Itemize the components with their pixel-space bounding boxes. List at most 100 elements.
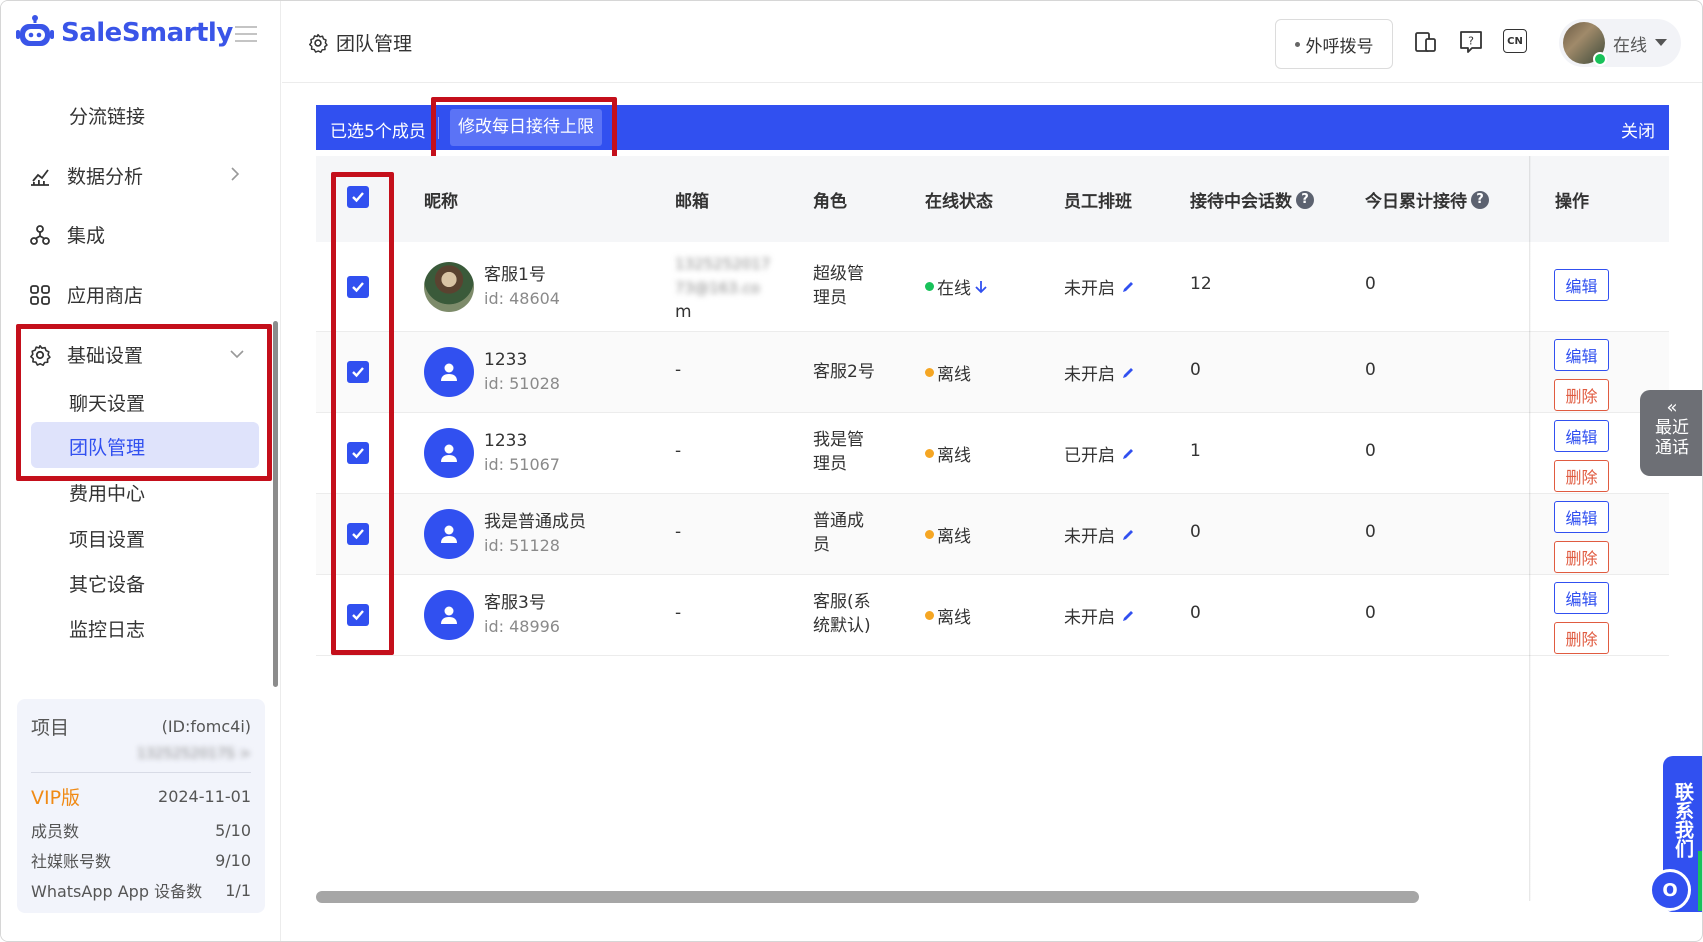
table-horizontal-scrollbar[interactable] (316, 891, 1419, 903)
language-badge[interactable]: CN (1503, 29, 1527, 53)
recent-calls-widget[interactable]: « 最近 通话 (1640, 390, 1702, 476)
role-line: 员 (813, 535, 830, 555)
col-header-actions: 操作 (1555, 192, 1589, 212)
question-icon[interactable]: ? (1296, 190, 1314, 209)
col-header-schedule: 员工排班 (1064, 192, 1132, 212)
sidebar-item-analytics[interactable]: 数据分析 (29, 162, 143, 189)
edit-button[interactable]: 编辑 (1554, 339, 1609, 371)
member-schedule-cell: 未开启 (1064, 522, 1135, 547)
sidebar-item-project-settings[interactable]: 项目设置 (69, 525, 145, 552)
user-icon (441, 444, 457, 462)
active-sessions-value: 0 (1190, 360, 1201, 380)
edit-button[interactable]: 编辑 (1554, 420, 1609, 452)
today-total-value: 0 (1365, 441, 1376, 461)
offline-dot (925, 368, 934, 377)
col-header-email: 邮箱 (675, 192, 709, 212)
gear-icon (309, 33, 328, 53)
recent-calls-label: 最近 (1655, 418, 1689, 438)
stat-value: 9/10 (215, 850, 251, 870)
sidebar-item-integration[interactable]: 集成 (29, 221, 105, 248)
logo[interactable]: SaleSmartly (15, 15, 233, 51)
status-text: 离线 (937, 608, 971, 628)
delete-button[interactable]: 删除 (1554, 541, 1609, 573)
member-name: 1233 (484, 350, 528, 370)
sidebar-scrollbar[interactable] (273, 321, 278, 687)
stat-value: 1/1 (225, 880, 251, 900)
question-icon[interactable]: ? (1471, 190, 1489, 209)
stat-value: 5/10 (215, 820, 251, 840)
offline-dot (925, 530, 934, 539)
chat-bubble-icon[interactable]: O (1649, 869, 1691, 911)
member-id: id: 48604 (484, 289, 560, 308)
role-line: 超级管 (813, 264, 864, 284)
menu-toggle-icon[interactable] (235, 25, 257, 43)
sidebar-item-billing[interactable]: 费用中心 (69, 479, 145, 506)
pencil-icon[interactable] (1121, 366, 1135, 380)
member-nickname-cell: 1233 id: 51067 (424, 428, 560, 478)
grid-icon (30, 284, 50, 305)
role-line: 我是管 (813, 430, 864, 450)
delete-button[interactable]: 删除 (1554, 460, 1609, 492)
member-email-cell: - (675, 441, 682, 461)
member-email-cell: - (675, 360, 682, 380)
pencil-icon[interactable] (1121, 609, 1135, 623)
status-text: 离线 (937, 527, 971, 547)
role-line: 理员 (813, 288, 847, 308)
member-email-cell: 1325252017 73@163.co m (675, 252, 770, 324)
project-card: 项目 (ID:fomc4i) 1325252017S > VIP版 2024-1… (17, 699, 265, 913)
sidebar: SaleSmartly 分流链接 数据分析 集成 应用商店 基础设置 聊天设置 … (1, 1, 281, 941)
active-sessions-value: 1 (1190, 441, 1201, 461)
member-nickname-cell: 我是普通成员 id: 51128 (424, 509, 586, 559)
sidebar-item-split-link[interactable]: 分流链接 (69, 102, 145, 129)
sidebar-item-label: 数据分析 (67, 166, 144, 188)
avatar (424, 262, 474, 312)
project-label: 项目 (31, 717, 70, 739)
page-title: 团队管理 (308, 29, 412, 56)
email-line: 73@163.co (675, 279, 760, 297)
role-line: 统默认) (813, 616, 871, 636)
col-header-role: 角色 (813, 192, 847, 212)
col-header-online-status: 在线状态 (925, 192, 993, 212)
member-name: 客服1号 (484, 265, 546, 285)
member-name: 我是普通成员 (484, 512, 586, 532)
project-name[interactable]: 1325252017S > (137, 746, 251, 762)
active-sessions-value: 0 (1190, 603, 1201, 623)
delete-button[interactable]: 删除 (1554, 622, 1609, 654)
app-window: SaleSmartly 分流链接 数据分析 集成 应用商店 基础设置 聊天设置 … (0, 0, 1703, 942)
member-schedule-cell: 未开启 (1064, 274, 1135, 299)
avatar (424, 428, 474, 478)
sidebar-item-app-store[interactable]: 应用商店 (29, 281, 143, 308)
recent-calls-label: 通话 (1655, 438, 1689, 458)
logo-text: SaleSmartly (61, 18, 233, 48)
stat-label: 成员数 (31, 822, 80, 841)
pencil-icon[interactable] (1121, 447, 1135, 461)
delete-button[interactable]: 删除 (1554, 379, 1609, 411)
pencil-icon[interactable] (1121, 528, 1135, 542)
member-status-cell: 离线 (925, 441, 971, 466)
outbound-call-button[interactable]: 外呼拨号 (1275, 19, 1393, 69)
edit-button[interactable]: 编辑 (1554, 269, 1609, 301)
member-status-cell: 离线 (925, 360, 971, 385)
table-row: 客服1号 id: 48604 1325252017 73@163.co m 超级管… (316, 242, 1669, 332)
role-line: 客服(系 (813, 592, 871, 612)
role-line: 普通成 (813, 511, 864, 531)
arrow-down-icon[interactable] (974, 279, 988, 295)
avatar (424, 590, 474, 640)
active-sessions-value: 0 (1190, 522, 1201, 542)
user-menu[interactable]: 在线 (1559, 19, 1681, 67)
offline-dot (925, 611, 934, 620)
sidebar-item-other-devices[interactable]: 其它设备 (69, 570, 145, 597)
member-email-cell: - (675, 522, 682, 542)
devices-icon[interactable] (1413, 29, 1439, 55)
sidebar-item-monitor-log[interactable]: 监控日志 (69, 615, 145, 642)
help-icon[interactable]: ? (1458, 29, 1484, 55)
online-indicator (1593, 52, 1607, 66)
edit-button[interactable]: 编辑 (1554, 501, 1609, 533)
row-actions: 编辑 删除 (1554, 501, 1609, 573)
edit-button[interactable]: 编辑 (1554, 582, 1609, 614)
pencil-icon[interactable] (1121, 280, 1135, 294)
member-email-cell: - (675, 603, 682, 623)
top-header: 团队管理 外呼拨号 ? CN 在线 (282, 1, 1702, 83)
row-actions: 编辑 删除 (1554, 420, 1609, 492)
close-selection-button[interactable]: 关闭 (1621, 117, 1655, 142)
